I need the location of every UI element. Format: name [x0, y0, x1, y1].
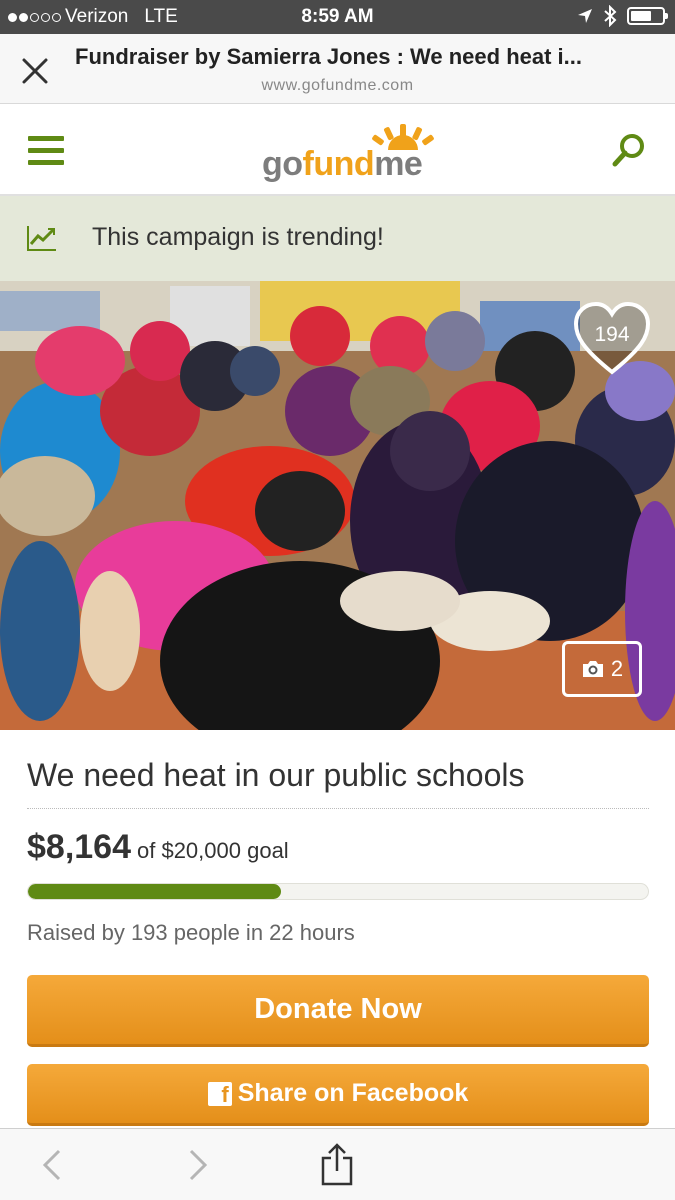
logo-wordmark: gofundme — [262, 145, 423, 184]
trending-text: This campaign is trending! — [92, 223, 384, 251]
amount-raised: $8,164 — [27, 828, 131, 866]
logo-fund: fund — [302, 145, 375, 183]
donate-button[interactable]: Donate Now — [27, 975, 649, 1047]
logo-me: me — [374, 145, 423, 183]
search-button[interactable] — [611, 132, 647, 168]
share-facebook-button[interactable]: f Share on Facebook — [27, 1064, 649, 1126]
photo-gallery-button[interactable]: 2 — [562, 641, 642, 697]
location-arrow-icon — [578, 9, 592, 23]
trending-chart-icon — [27, 226, 56, 251]
gofundme-logo[interactable]: gofundme — [262, 124, 442, 184]
logo-go: go — [262, 145, 303, 183]
camera-icon — [582, 661, 603, 677]
heart-count: 194 — [594, 323, 630, 346]
divider — [27, 808, 649, 809]
menu-button[interactable] — [28, 136, 64, 166]
status-bar: Verizon LTE 8:59 AM — [0, 0, 675, 34]
status-right — [577, 5, 668, 27]
progress-fill — [28, 884, 281, 899]
amount-row: $8,164 of $20,000 goal — [27, 828, 289, 867]
status-time: 8:59 AM — [301, 6, 374, 27]
back-icon[interactable] — [38, 1147, 68, 1183]
browser-page-title: Fundraiser by Samierra Jones : We need h… — [75, 44, 582, 69]
progress-bar — [27, 883, 649, 900]
facebook-icon: f — [207, 1081, 232, 1106]
share-label: Share on Facebook — [237, 1079, 469, 1107]
trending-banner: This campaign is trending! — [0, 196, 675, 281]
browser-header: Fundraiser by Samierra Jones : We need h… — [0, 34, 675, 104]
bluetooth-icon — [604, 5, 617, 27]
browser-toolbar — [0, 1128, 675, 1200]
share-icon[interactable] — [318, 1143, 356, 1187]
browser-url[interactable]: www.gofundme.com — [0, 77, 675, 95]
site-nav: gofundme — [0, 104, 675, 196]
raised-by-text: Raised by 193 people in 22 hours — [27, 920, 355, 945]
donate-label: Donate Now — [254, 993, 422, 1025]
battery-icon — [627, 7, 668, 25]
search-icon — [612, 134, 644, 167]
goal-amount: of $20,000 goal — [137, 838, 289, 863]
photo-count: 2 — [610, 656, 624, 681]
campaign-title: We need heat in our public schools — [27, 757, 525, 793]
forward-icon[interactable] — [182, 1147, 212, 1183]
